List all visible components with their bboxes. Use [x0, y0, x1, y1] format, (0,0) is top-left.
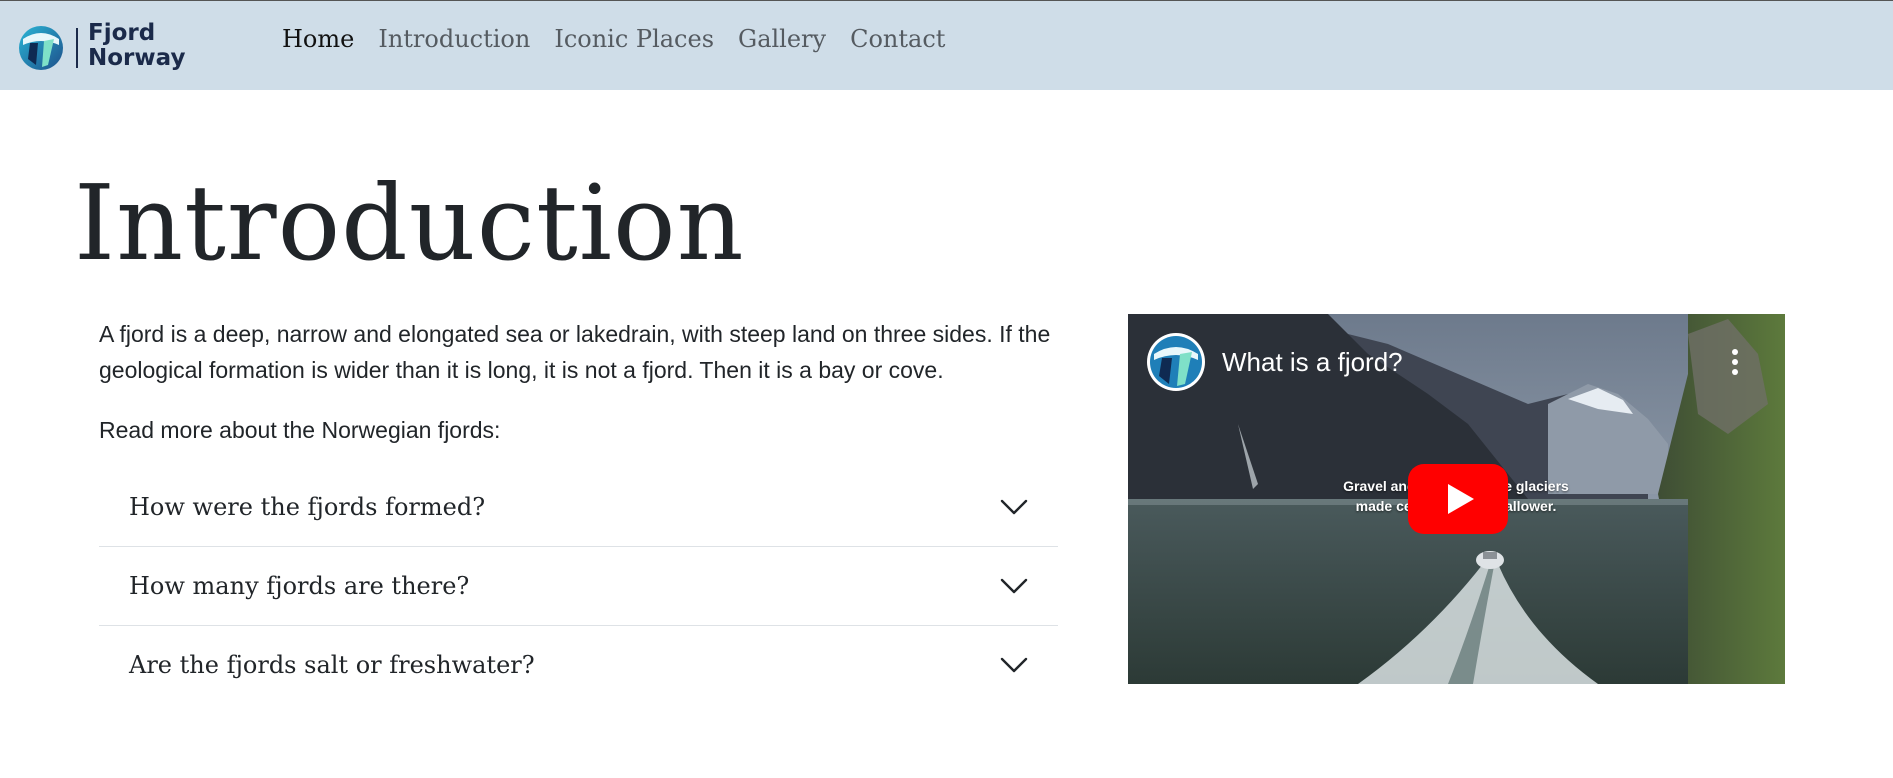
channel-avatar-icon[interactable]	[1146, 332, 1206, 392]
chevron-down-icon	[1000, 657, 1028, 673]
nav-item-contact[interactable]: Contact	[838, 22, 957, 56]
accordion-label: How were the fjords formed?	[129, 493, 486, 521]
chevron-down-icon	[1000, 578, 1028, 594]
fjord-norway-logo-icon	[19, 26, 63, 70]
brand-line-1: Fjord	[88, 20, 156, 46]
nav-menu: Home Introduction Iconic Places Gallery …	[282, 22, 957, 56]
fjord-faq-accordion: How were the fjords formed? How many fjo…	[99, 468, 1058, 705]
nav-item-home[interactable]: Home	[282, 22, 366, 56]
more-vert-icon[interactable]	[1731, 348, 1739, 376]
page-title: Introduction	[74, 162, 745, 284]
accordion-item-salt-freshwater[interactable]: Are the fjords salt or freshwater?	[99, 626, 1058, 705]
chevron-down-icon	[1000, 499, 1028, 515]
accordion-item-count[interactable]: How many fjords are there?	[99, 547, 1058, 626]
navbar: Fjord Norway Home Introduction Iconic Pl…	[0, 0, 1893, 90]
accordion-label: How many fjords are there?	[129, 572, 470, 600]
brand-name: Fjord Norway	[88, 21, 185, 71]
brand-divider	[76, 28, 78, 68]
video-title[interactable]: What is a fjord?	[1222, 346, 1403, 378]
brand-logo-link[interactable]: Fjord Norway	[18, 21, 198, 71]
play-icon[interactable]	[1408, 464, 1508, 534]
nav-item-gallery[interactable]: Gallery	[726, 22, 838, 56]
nav-item-introduction[interactable]: Introduction	[366, 22, 542, 56]
intro-paragraph: A fjord is a deep, narrow and elongated …	[99, 321, 1051, 383]
video-embed[interactable]: What is a fjord? Gravel and sand from th…	[1128, 314, 1785, 684]
brand-line-2: Norway	[88, 45, 186, 71]
accordion-label: Are the fjords salt or freshwater?	[129, 651, 535, 679]
nav-item-iconic-places[interactable]: Iconic Places	[542, 22, 726, 56]
read-more-text: Read more about the Norwegian fjords:	[99, 417, 501, 443]
accordion-item-formed[interactable]: How were the fjords formed?	[99, 468, 1058, 547]
